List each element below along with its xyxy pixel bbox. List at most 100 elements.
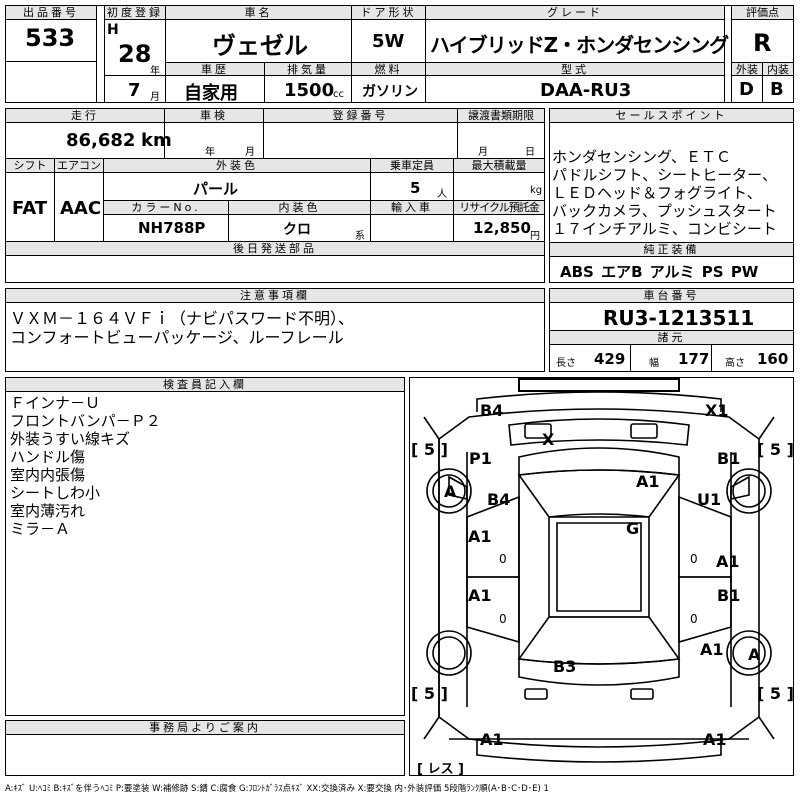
later-cell <box>5 255 545 283</box>
mark-b4-top: B4 <box>480 401 504 420</box>
dims-wid-label: 幅 <box>649 358 659 369</box>
reg-era: H <box>107 22 119 38</box>
notes-label: 注意事項欄 <box>5 288 545 303</box>
sales-line-1: ホンダセンシング、ＥＴＣ <box>552 148 731 166</box>
ext-label: 外装 <box>731 62 763 76</box>
ac-value: AAC <box>60 198 102 219</box>
inspector-line-5: 室内内張傷 <box>10 466 86 484</box>
grade-label: グレード <box>425 5 725 20</box>
inspector-line-4: ハンドル傷 <box>10 448 86 466</box>
fuel-label: 燃料 <box>351 62 426 76</box>
mark-b4-hood: B4 <box>487 490 511 509</box>
legend-text: A:ｷｽﾞ U:ﾍｺﾐ B:ｷｽﾞを伴うﾍｺﾐ P:要塗装 W:補修跡 S:錆 … <box>5 784 549 794</box>
recycle-value: 12,850 <box>473 219 531 237</box>
colorno-value: NH788P <box>138 219 206 237</box>
mark-a1-br: A1 <box>703 730 727 749</box>
load-unit: kg <box>530 185 543 196</box>
km-value: 86,682 <box>66 130 136 151</box>
cap-unit: 人 <box>437 189 447 200</box>
import-label: 輸入車 <box>370 200 454 215</box>
transfer-day: 日 <box>525 147 535 158</box>
transfer-month: 月 <box>478 147 488 158</box>
sales-line-3: ＬＥＤヘッド＆フォグライト、 <box>552 184 762 202</box>
car-label: 車名 <box>165 5 352 20</box>
inspector-line-7: 室内薄汚れ <box>10 502 86 520</box>
tire-depth-tl: [ 5 ] <box>411 440 448 459</box>
reg-month-unit: 月 <box>150 92 160 103</box>
dims-len-label: 長さ <box>556 358 576 369</box>
mark-zero-4: 0 <box>690 612 698 626</box>
shaken-label: 車検 <box>164 108 264 123</box>
disp-value: 1500 <box>284 80 335 101</box>
mark-a-wheel-rr: A <box>748 645 761 664</box>
mark-x1-top: X1 <box>705 401 729 420</box>
dims-len: 429 <box>594 350 626 368</box>
score-value: R <box>753 29 772 57</box>
mark-zero-2: 0 <box>690 552 698 566</box>
office-label: 事務局よりご案内 <box>5 720 405 735</box>
shift-label: シフト <box>5 158 55 173</box>
mark-a-wheel-fl: A <box>444 482 457 501</box>
ext-value: D <box>739 79 754 100</box>
cap-label: 乗車定員 <box>370 158 454 173</box>
history-value: 自家用 <box>184 83 238 104</box>
plate-label: 登録番号 <box>263 108 458 123</box>
mark-a1-rq: A1 <box>700 640 724 659</box>
int-value: B <box>770 79 784 100</box>
dims-wid: 177 <box>678 350 710 368</box>
reg-year: 28 <box>118 40 152 68</box>
equip-value: ABS エアB アルミ PS PW <box>560 263 759 281</box>
inspector-line-6: シートしわ小 <box>10 484 101 502</box>
load-label: 最大積載量 <box>453 158 545 173</box>
fuel-value: ガソリン <box>362 84 418 100</box>
plate-cell <box>263 122 458 159</box>
lot-empty <box>5 61 97 103</box>
dims-hei: 160 <box>757 350 789 368</box>
car-diagram <box>423 378 775 763</box>
inspector-line-2: フロントバンパ－Ｐ２ <box>10 412 161 430</box>
chassis-label: 車台番号 <box>549 288 794 303</box>
intcolor-value: クロ <box>283 222 311 238</box>
sales-line-5: １７インチアルミ、コンビシート <box>552 220 777 238</box>
spare-tire: [ レス ] <box>417 762 464 777</box>
intcolor-unit: 系 <box>355 231 365 242</box>
inspector-line-1: Ｆインナ－Ｕ <box>10 394 101 412</box>
mark-a1-rf: A1 <box>716 552 740 571</box>
mark-p1: P1 <box>469 449 492 468</box>
dims-label: 諸元 <box>549 330 794 345</box>
colorno-label: カラーNo. <box>103 200 229 215</box>
mark-zero-1: 0 <box>499 552 507 566</box>
mark-u1: U1 <box>697 490 722 509</box>
model-label: 型式 <box>425 62 725 76</box>
mark-a1-hood: A1 <box>636 472 660 491</box>
mark-x-glass: X <box>542 430 555 449</box>
door-type: 5W <box>372 31 405 52</box>
inspector-line-8: ミラ－Ａ <box>10 520 71 538</box>
mark-b1-r: B1 <box>717 449 741 468</box>
disp-unit: cc <box>333 89 344 100</box>
inspector-line-3: 外装うすい線キズ <box>10 430 131 448</box>
shaken-month: 月 <box>245 147 255 158</box>
ac-label: エアコン <box>54 158 104 173</box>
model-value: DAA-RU3 <box>540 80 632 101</box>
mark-a1-rd: A1 <box>468 586 492 605</box>
disp-label: 排気量 <box>264 62 352 76</box>
int-label: 内装 <box>762 62 794 76</box>
mark-g-roof: G <box>626 519 640 538</box>
color-value: パール <box>193 180 239 198</box>
sales-line-2: パドルシフト、シートヒーター、 <box>552 166 778 184</box>
mark-b1-rr: B1 <box>717 586 741 605</box>
recycle-label: リサイクル預託金 <box>453 200 545 215</box>
dims-hei-label: 高さ <box>725 358 745 369</box>
mark-a1-bl: A1 <box>480 730 504 749</box>
km-label: 走行 <box>5 108 165 123</box>
recycle-unit: 円 <box>530 231 540 242</box>
door-label: ドア形状 <box>351 5 426 20</box>
shaken-year: 年 <box>205 147 215 158</box>
grade-name: ハイブリッドZ・ホンダセンシング <box>430 33 729 57</box>
mark-b3-trunk: B3 <box>553 657 577 676</box>
shift-value: FAT <box>12 198 48 219</box>
inspector-label: 検査員記入欄 <box>5 377 405 392</box>
later-label: 後日発送部品 <box>5 241 545 256</box>
lot-number: 533 <box>25 24 76 52</box>
